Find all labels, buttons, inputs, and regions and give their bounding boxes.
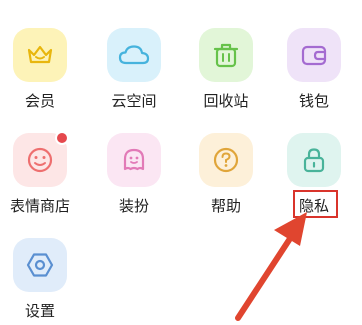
cloud-icon [107, 28, 161, 82]
notification-badge [55, 131, 69, 145]
grid-item-help[interactable]: 帮助 [186, 133, 266, 215]
hexagon-gear-icon [13, 238, 67, 292]
grid-item-label: 表情商店 [9, 197, 70, 215]
grid-item-sticker-store[interactable]: 表情商店 [0, 131, 80, 215]
grid-item-label: 会员 [24, 92, 55, 110]
grid-item-vip[interactable]: 会员 [0, 28, 80, 110]
grid-item-recycle-bin[interactable]: 回收站 [186, 28, 266, 110]
smiley-icon [13, 131, 69, 187]
grid-item-label: 帮助 [210, 197, 241, 215]
grid-item-settings[interactable]: 设置 [0, 238, 80, 320]
grid-item-dress-up[interactable]: 装扮 [94, 133, 174, 215]
help-icon [199, 133, 253, 187]
grid-item-label: 装扮 [118, 197, 149, 215]
feature-grid: 会员 云空间 回收站 钱包 表情商店 装扮 帮助 隐私 设置 [0, 0, 362, 325]
ghost-icon [107, 133, 161, 187]
trash-icon [199, 28, 253, 82]
crown-icon [13, 28, 67, 82]
grid-item-cloud[interactable]: 云空间 [94, 28, 174, 110]
grid-item-label: 云空间 [111, 92, 157, 110]
wallet-icon [287, 28, 341, 82]
grid-item-wallet[interactable]: 钱包 [274, 28, 354, 110]
highlight-box [293, 190, 338, 218]
grid-item-label: 钱包 [298, 92, 329, 110]
lock-icon [287, 133, 341, 187]
grid-item-label: 设置 [24, 302, 55, 320]
grid-item-label: 回收站 [203, 92, 249, 110]
